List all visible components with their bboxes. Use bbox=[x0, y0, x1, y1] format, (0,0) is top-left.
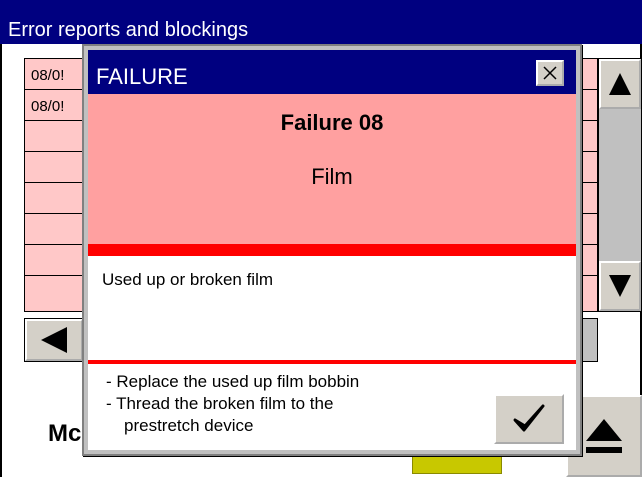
dialog-title-bar: FAILURE bbox=[88, 50, 576, 94]
confirm-button[interactable] bbox=[494, 394, 564, 444]
vertical-scrollbar[interactable] bbox=[598, 58, 642, 312]
scroll-up-button[interactable] bbox=[599, 59, 641, 109]
arrow-left-icon bbox=[41, 327, 67, 353]
failure-name: Film bbox=[311, 164, 353, 189]
close-button[interactable] bbox=[536, 60, 564, 86]
failure-code: Failure 08 bbox=[280, 110, 384, 135]
window-title: Error reports and blockings bbox=[8, 19, 249, 41]
scroll-left-button[interactable] bbox=[25, 319, 83, 361]
scroll-down-button[interactable] bbox=[599, 261, 641, 311]
window-title-bar: Error reports and blockings bbox=[0, 0, 642, 44]
failure-header: Failure 08 Film bbox=[88, 94, 576, 244]
row-date: 08/0! bbox=[31, 98, 65, 115]
action-text: - Replace the used up film bobbin bbox=[106, 372, 360, 391]
header-divider bbox=[88, 244, 576, 256]
arrow-up-icon bbox=[609, 73, 631, 95]
description-area: Used up or broken film bbox=[88, 256, 576, 360]
arrow-down-icon bbox=[609, 275, 631, 297]
dialog-title: FAILURE bbox=[96, 64, 188, 89]
failure-description: Used up or broken film bbox=[102, 270, 274, 289]
checkmark-icon bbox=[513, 404, 545, 432]
action-text: prestretch device bbox=[124, 416, 254, 435]
action-text: - Thread the broken film to the bbox=[106, 394, 334, 413]
actions-area: - Replace the used up film bobbin - Thre… bbox=[88, 364, 576, 450]
bottom-label: Mc bbox=[48, 420, 82, 447]
row-date: 08/0! bbox=[31, 67, 65, 84]
close-icon bbox=[543, 66, 557, 80]
failure-dialog: FAILURE Failure 08 Film Used up or broke… bbox=[82, 44, 582, 456]
